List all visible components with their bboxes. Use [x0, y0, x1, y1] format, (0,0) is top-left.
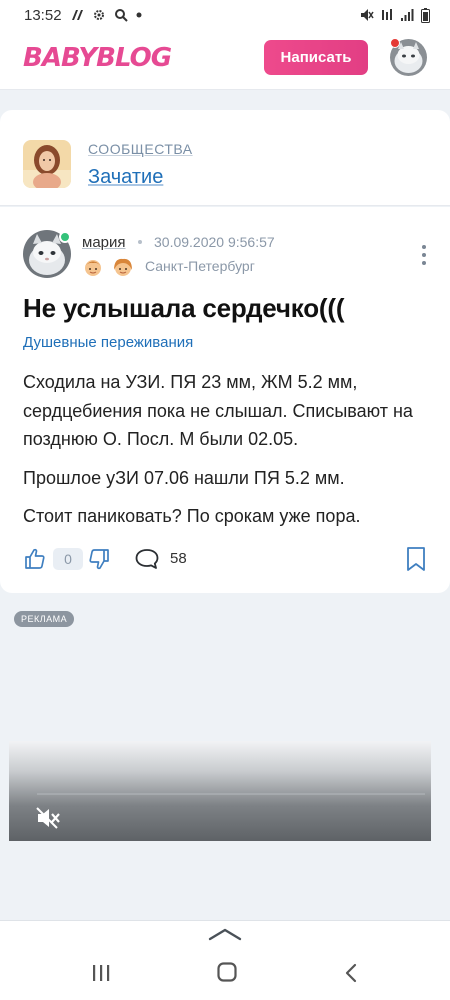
ad-video-player[interactable] — [9, 741, 431, 841]
status-bar: 13:52 — [0, 0, 450, 30]
more-vertical-icon[interactable] — [416, 245, 432, 265]
signal-icon — [400, 8, 414, 22]
notification-dot-icon — [136, 12, 142, 18]
app-notification-icon — [70, 9, 84, 21]
chevron-up-icon[interactable] — [208, 927, 242, 941]
alarm-icon — [381, 8, 393, 22]
girl-icon — [112, 256, 134, 283]
post-paragraph: Стоит паниковать? По срокам уже пора. — [23, 506, 361, 526]
back-icon[interactable] — [343, 962, 359, 984]
video-progress-bar[interactable] — [37, 793, 425, 795]
community-kicker[interactable]: СООБЩЕСТВА — [88, 141, 193, 157]
comment-icon[interactable] — [134, 547, 160, 571]
comment-count[interactable]: 58 — [170, 550, 187, 567]
post-date: 30.09.2020 9:56:57 — [154, 234, 275, 250]
post-paragraph: Прошлое уЗИ 07.06 нашли ПЯ 5.2 мм. — [23, 467, 345, 488]
settings-icon — [92, 8, 106, 22]
notification-badge — [390, 38, 400, 48]
mute-icon — [360, 8, 374, 22]
post-card: мария 30.09.2020 9:56:57 Санкт-Петербург… — [0, 207, 450, 593]
community-title-link[interactable]: Зачатие — [88, 166, 163, 189]
post-body: Сходила на УЗИ. ПЯ 23 мм, ЖМ 5.2 мм, сер… — [23, 368, 423, 541]
post-actions: 0 58 — [23, 546, 427, 574]
status-time: 13:52 — [24, 6, 62, 24]
community-image[interactable] — [23, 140, 71, 188]
write-post-button[interactable]: Написать — [264, 40, 368, 75]
thumb-down-icon[interactable] — [87, 547, 111, 571]
ad-badge: РЕКЛАМА — [14, 611, 75, 627]
search-icon — [114, 8, 128, 22]
babyblog-logo[interactable]: BABYBLOG — [23, 43, 172, 73]
children-icons — [82, 256, 134, 283]
post-category-link[interactable]: Душевные переживания — [23, 334, 193, 351]
system-nav-bar — [0, 946, 450, 1000]
volume-mute-icon[interactable] — [36, 807, 62, 829]
author-name-link[interactable]: мария — [82, 234, 126, 251]
battery-icon — [421, 7, 430, 23]
post-paragraph: Сходила на УЗИ. ПЯ 23 мм, ЖМ 5.2 мм, сер… — [23, 372, 413, 449]
recent-apps-icon[interactable] — [90, 963, 112, 983]
home-icon[interactable] — [216, 961, 238, 983]
meta-separator — [138, 240, 142, 244]
app-header: BABYBLOG Написать — [0, 30, 450, 90]
online-status-badge — [59, 231, 71, 243]
author-city: Санкт-Петербург — [145, 258, 255, 274]
community-card: СООБЩЕСТВА Зачатие — [0, 110, 450, 206]
bottom-drawer-handle[interactable] — [0, 920, 450, 946]
boy-icon — [82, 256, 104, 283]
thumb-up-icon[interactable] — [23, 547, 47, 571]
bookmark-icon[interactable] — [405, 546, 427, 572]
like-count: 0 — [53, 548, 83, 570]
post-title: Не услышала сердечко((( — [23, 293, 345, 323]
